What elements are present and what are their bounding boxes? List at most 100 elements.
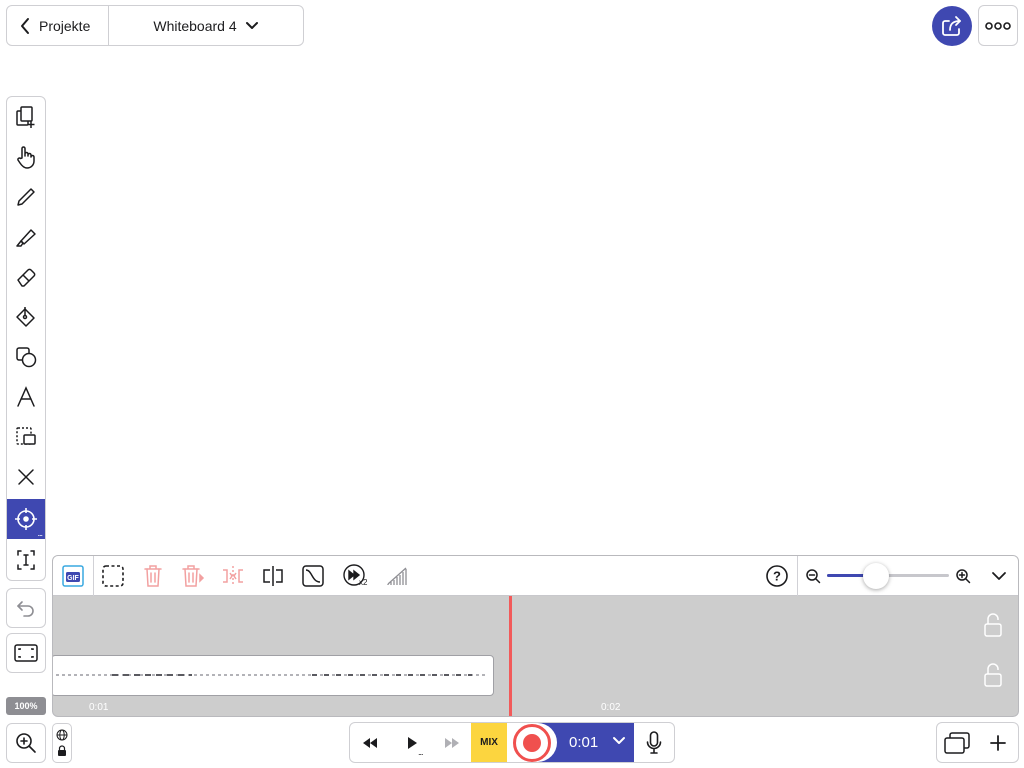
globe-icon	[56, 729, 68, 741]
share-icon	[940, 14, 964, 38]
plus-icon	[989, 734, 1007, 752]
timeline-panel: GIF x2 ? 0:01 0:02	[52, 555, 1019, 717]
ease-curve-button[interactable]	[301, 564, 325, 588]
hand-tool[interactable]	[7, 137, 45, 177]
collapse-timeline-button[interactable]	[987, 564, 1011, 588]
zoom-in-icon	[14, 731, 38, 755]
document-title: Whiteboard 4	[153, 17, 237, 34]
text-tool[interactable]	[7, 377, 45, 417]
add-page-icon	[14, 105, 38, 129]
zoom-out-timeline-button[interactable]	[801, 564, 825, 588]
undo-button[interactable]	[6, 588, 46, 628]
fast-forward-button[interactable]	[434, 723, 470, 762]
track-lock-button[interactable]	[982, 610, 1004, 640]
rewind-icon	[362, 737, 378, 749]
fit-screen-icon	[13, 642, 39, 664]
microphone-button[interactable]	[634, 723, 674, 762]
zoom-level: 100%	[6, 697, 46, 715]
gif-icon: GIF	[62, 565, 84, 587]
marker-tool[interactable]	[7, 217, 45, 257]
delete-right-button[interactable]	[181, 564, 205, 588]
eraser-icon	[14, 265, 38, 289]
hand-icon	[14, 145, 38, 169]
add-page-tool[interactable]	[7, 97, 45, 137]
chevron-down-icon	[991, 571, 1007, 581]
rewind-button[interactable]	[350, 723, 390, 762]
volume-ramp-button[interactable]	[385, 564, 409, 588]
unlock-icon	[983, 662, 1003, 688]
mix-button[interactable]: MIX	[471, 723, 507, 762]
laser-pointer-tool[interactable]: ...	[7, 499, 45, 539]
project-nav: Projekte Whiteboard 4	[6, 5, 304, 46]
audio-clip[interactable]	[53, 655, 494, 696]
time-marker: 0:02	[601, 702, 621, 713]
svg-text:GIF: GIF	[67, 575, 79, 582]
timer-dropdown[interactable]: 0:01	[507, 723, 634, 762]
lock-icon	[57, 745, 67, 757]
help-label: ?	[773, 569, 781, 584]
zoom-in-icon	[955, 568, 971, 584]
back-to-projects-button[interactable]: Projekte	[7, 6, 109, 45]
select-region-icon	[101, 564, 125, 588]
marker-icon	[14, 225, 38, 249]
track-lock-button[interactable]	[982, 660, 1004, 690]
split-icon	[261, 564, 285, 588]
text-cursor-tool[interactable]	[7, 540, 45, 580]
shapes-tool[interactable]	[7, 337, 45, 377]
select-region-button[interactable]	[101, 564, 125, 588]
toolbar-divider	[797, 556, 798, 596]
selection-tool[interactable]	[7, 417, 45, 457]
eraser-tool[interactable]	[7, 257, 45, 297]
play-button[interactable]: ...	[394, 723, 430, 762]
playhead[interactable]	[509, 596, 512, 716]
pages-icon	[943, 731, 971, 755]
shapes-icon	[14, 345, 38, 369]
zoom-button[interactable]	[6, 723, 46, 763]
text-cursor-icon	[14, 548, 38, 572]
record-icon	[523, 733, 541, 752]
fast-forward-icon	[444, 737, 460, 749]
zoom-in-timeline-button[interactable]	[951, 564, 975, 588]
audio-waveform	[56, 674, 486, 676]
chevron-down-icon	[612, 736, 626, 746]
selection-icon	[14, 425, 38, 449]
add-page-button[interactable]	[978, 723, 1019, 762]
mirror-button[interactable]	[221, 564, 245, 588]
document-title-dropdown[interactable]: Whiteboard 4	[109, 6, 303, 45]
x-icon	[14, 465, 38, 489]
delete-right-icon	[181, 564, 205, 588]
undo-icon	[15, 597, 37, 619]
pages-button[interactable]	[937, 723, 978, 762]
pages-controls	[936, 722, 1019, 763]
laser-pointer-icon	[13, 506, 39, 532]
zoom-out-icon	[805, 568, 821, 584]
pen-tool[interactable]	[7, 177, 45, 217]
speed-badge: x2	[359, 578, 368, 587]
share-button[interactable]	[932, 6, 972, 46]
close-tool[interactable]	[7, 457, 45, 497]
more-dots-icon	[985, 21, 1011, 30]
play-more-indicator: ...	[418, 747, 423, 757]
help-button[interactable]: ?	[765, 564, 789, 588]
record-ring	[513, 723, 551, 762]
fill-tool[interactable]	[7, 297, 45, 337]
back-label: Projekte	[39, 17, 91, 34]
language-lock-button[interactable]	[52, 723, 72, 763]
pen-icon	[14, 185, 38, 209]
timeline-toolbar: GIF x2 ?	[53, 556, 1018, 596]
time-marker: 0:01	[89, 702, 109, 713]
slider-knob[interactable]	[862, 563, 889, 589]
split-button[interactable]	[261, 564, 285, 588]
record-button[interactable]	[507, 723, 557, 762]
fill-bucket-icon	[14, 305, 38, 329]
more-options-button[interactable]	[978, 5, 1018, 46]
playback-controls: ... MIX 0:01	[349, 722, 675, 763]
play-icon	[406, 736, 418, 750]
mirror-icon	[221, 564, 245, 588]
microphone-icon	[646, 730, 662, 755]
help-icon: ?	[765, 564, 789, 588]
more-options-indicator: ...	[37, 528, 42, 538]
gif-export-button[interactable]: GIF	[61, 564, 85, 588]
fit-screen-button[interactable]	[6, 633, 46, 673]
delete-button[interactable]	[141, 564, 165, 588]
